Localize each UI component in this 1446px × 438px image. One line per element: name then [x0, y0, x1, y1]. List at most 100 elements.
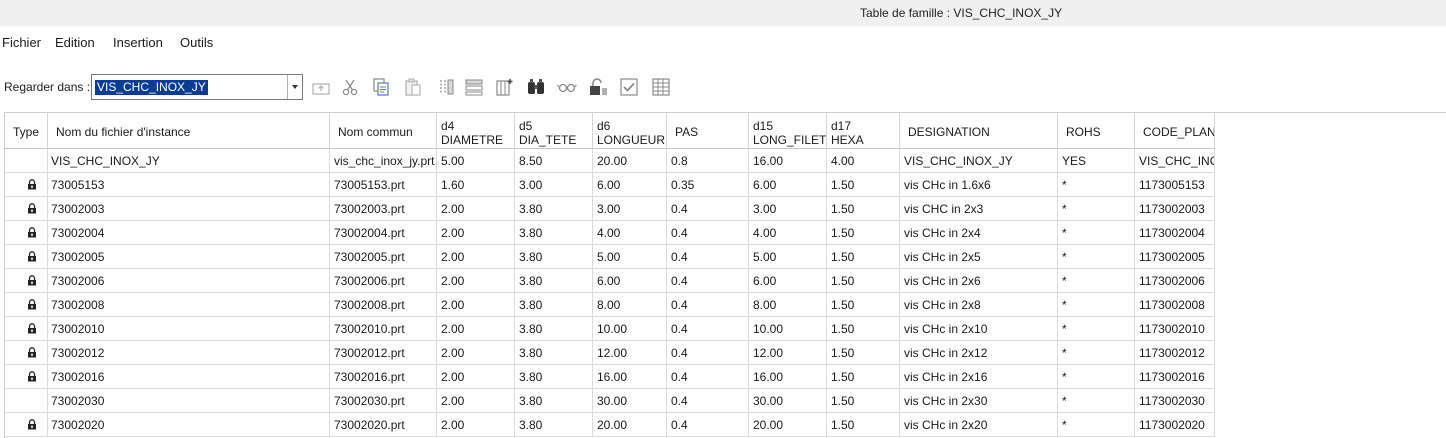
table-cell-d17[interactable]: 1.50 [827, 413, 900, 437]
table-cell-d5[interactable]: 3.80 [515, 293, 593, 317]
table-cell-code[interactable]: 1173002030 [1135, 389, 1215, 413]
column-header-d4[interactable]: d4 DIAMETRE [437, 113, 515, 149]
table-cell-d15[interactable]: 12.00 [749, 341, 827, 365]
table-cell-code[interactable]: 1173002016 [1135, 365, 1215, 389]
column-header-code[interactable]: CODE_PLAN [1135, 113, 1215, 149]
column-header-rohs[interactable]: ROHS [1058, 113, 1135, 149]
table-icon[interactable] [650, 76, 672, 98]
table-cell-d5[interactable]: 8.50 [515, 149, 593, 173]
table-cell-d6[interactable]: 16.00 [593, 365, 667, 389]
table-cell-designation[interactable]: vis CHC in 2x3 [900, 197, 1058, 221]
cut-icon[interactable] [339, 76, 361, 98]
type-cell[interactable] [5, 365, 48, 389]
table-cell-pas[interactable]: 0.4 [667, 341, 749, 365]
look-in-combobox[interactable]: VIS_CHC_INOX_JY [91, 74, 303, 100]
table-cell-rohs[interactable]: * [1058, 341, 1135, 365]
table-cell-designation[interactable]: vis CHc in 1.6x6 [900, 173, 1058, 197]
table-cell-common[interactable]: 73002012.prt [330, 341, 437, 365]
table-cell-d17[interactable]: 1.50 [827, 389, 900, 413]
table-cell-instance[interactable]: 73002003 [48, 197, 330, 221]
table-cell-d6[interactable]: 6.00 [593, 173, 667, 197]
table-cell-instance[interactable]: 73002020 [48, 413, 330, 437]
copy-icon[interactable] [370, 76, 392, 98]
table-cell-common[interactable]: 73002016.prt [330, 365, 437, 389]
table-cell-d15[interactable]: 8.00 [749, 293, 827, 317]
table-cell-rohs[interactable]: * [1058, 221, 1135, 245]
table-cell-rohs[interactable]: * [1058, 173, 1135, 197]
type-cell[interactable] [5, 221, 48, 245]
table-cell-common[interactable]: 73002030.prt [330, 389, 437, 413]
table-cell-rohs[interactable]: * [1058, 389, 1135, 413]
table-cell-d5[interactable]: 3.80 [515, 317, 593, 341]
table-cell-rohs[interactable]: * [1058, 293, 1135, 317]
table-cell-d15[interactable]: 30.00 [749, 389, 827, 413]
table-cell-rohs[interactable]: * [1058, 269, 1135, 293]
column-header-designation[interactable]: DESIGNATION [900, 113, 1058, 149]
table-cell-designation[interactable]: vis CHc in 2x4 [900, 221, 1058, 245]
table-cell-common[interactable]: 73002005.prt [330, 245, 437, 269]
table-cell-d6[interactable]: 30.00 [593, 389, 667, 413]
table-cell-d4[interactable]: 2.00 [437, 293, 515, 317]
paste-icon[interactable] [402, 76, 424, 98]
insert-column-icon[interactable] [435, 76, 457, 98]
table-cell-pas[interactable]: 0.35 [667, 173, 749, 197]
table-cell-designation[interactable]: VIS_CHC_INOX_JY [900, 149, 1058, 173]
table-cell-common[interactable]: 73002004.prt [330, 221, 437, 245]
verify-icon[interactable] [618, 76, 640, 98]
table-cell-code[interactable]: 1173002004 [1135, 221, 1215, 245]
table-cell-d17[interactable]: 1.50 [827, 341, 900, 365]
table-cell-d17[interactable]: 1.50 [827, 317, 900, 341]
table-cell-designation[interactable]: vis CHc in 2x5 [900, 245, 1058, 269]
table-cell-d5[interactable]: 3.80 [515, 413, 593, 437]
table-cell-d6[interactable]: 20.00 [593, 413, 667, 437]
column-properties-icon[interactable] [493, 76, 515, 98]
table-cell-d5[interactable]: 3.80 [515, 341, 593, 365]
table-cell-d15[interactable]: 6.00 [749, 269, 827, 293]
table-cell-d17[interactable]: 1.50 [827, 293, 900, 317]
table-cell-d5[interactable]: 3.80 [515, 221, 593, 245]
type-cell[interactable] [5, 413, 48, 437]
table-cell-instance[interactable]: 73002030 [48, 389, 330, 413]
type-cell[interactable] [5, 389, 48, 413]
table-cell-d15[interactable]: 16.00 [749, 149, 827, 173]
table-cell-d15[interactable]: 5.00 [749, 245, 827, 269]
type-cell[interactable] [5, 269, 48, 293]
table-cell-pas[interactable]: 0.4 [667, 221, 749, 245]
table-cell-d5[interactable]: 3.80 [515, 245, 593, 269]
table-cell-code[interactable]: 1173002003 [1135, 197, 1215, 221]
table-cell-rohs[interactable]: * [1058, 365, 1135, 389]
table-cell-d5[interactable]: 3.00 [515, 173, 593, 197]
menu-insertion[interactable]: Insertion [113, 35, 163, 50]
table-cell-pas[interactable]: 0.4 [667, 197, 749, 221]
table-cell-pas[interactable]: 0.4 [667, 389, 749, 413]
up-level-icon[interactable] [310, 76, 332, 98]
chevron-down-icon[interactable] [287, 75, 302, 99]
type-cell[interactable] [5, 293, 48, 317]
table-cell-d6[interactable]: 5.00 [593, 245, 667, 269]
table-cell-designation[interactable]: vis CHc in 2x6 [900, 269, 1058, 293]
table-cell-rohs[interactable]: * [1058, 245, 1135, 269]
table-cell-rohs[interactable]: * [1058, 413, 1135, 437]
table-cell-d6[interactable]: 4.00 [593, 221, 667, 245]
table-cell-instance[interactable]: 73002010 [48, 317, 330, 341]
table-cell-d6[interactable]: 20.00 [593, 149, 667, 173]
table-cell-instance[interactable]: 73002008 [48, 293, 330, 317]
table-cell-designation[interactable]: vis CHc in 2x10 [900, 317, 1058, 341]
type-cell[interactable] [5, 317, 48, 341]
find-icon[interactable] [525, 76, 547, 98]
preview-icon[interactable] [556, 76, 578, 98]
table-cell-d4[interactable]: 2.00 [437, 317, 515, 341]
column-header-type[interactable]: Type [5, 113, 48, 149]
table-cell-d15[interactable]: 20.00 [749, 413, 827, 437]
table-cell-d15[interactable]: 10.00 [749, 317, 827, 341]
column-header-instance[interactable]: Nom du fichier d'instance [48, 113, 330, 149]
table-cell-d17[interactable]: 4.00 [827, 149, 900, 173]
table-cell-d5[interactable]: 3.80 [515, 197, 593, 221]
table-cell-designation[interactable]: vis CHc in 2x12 [900, 341, 1058, 365]
table-cell-d4[interactable]: 2.00 [437, 365, 515, 389]
table-cell-pas[interactable]: 0.4 [667, 293, 749, 317]
column-header-d15[interactable]: d15 LONG_FILET [749, 113, 827, 149]
table-cell-pas[interactable]: 0.4 [667, 365, 749, 389]
table-cell-code[interactable]: VIS_CHC_INO [1135, 149, 1215, 173]
table-cell-designation[interactable]: vis CHc in 2x30 [900, 389, 1058, 413]
